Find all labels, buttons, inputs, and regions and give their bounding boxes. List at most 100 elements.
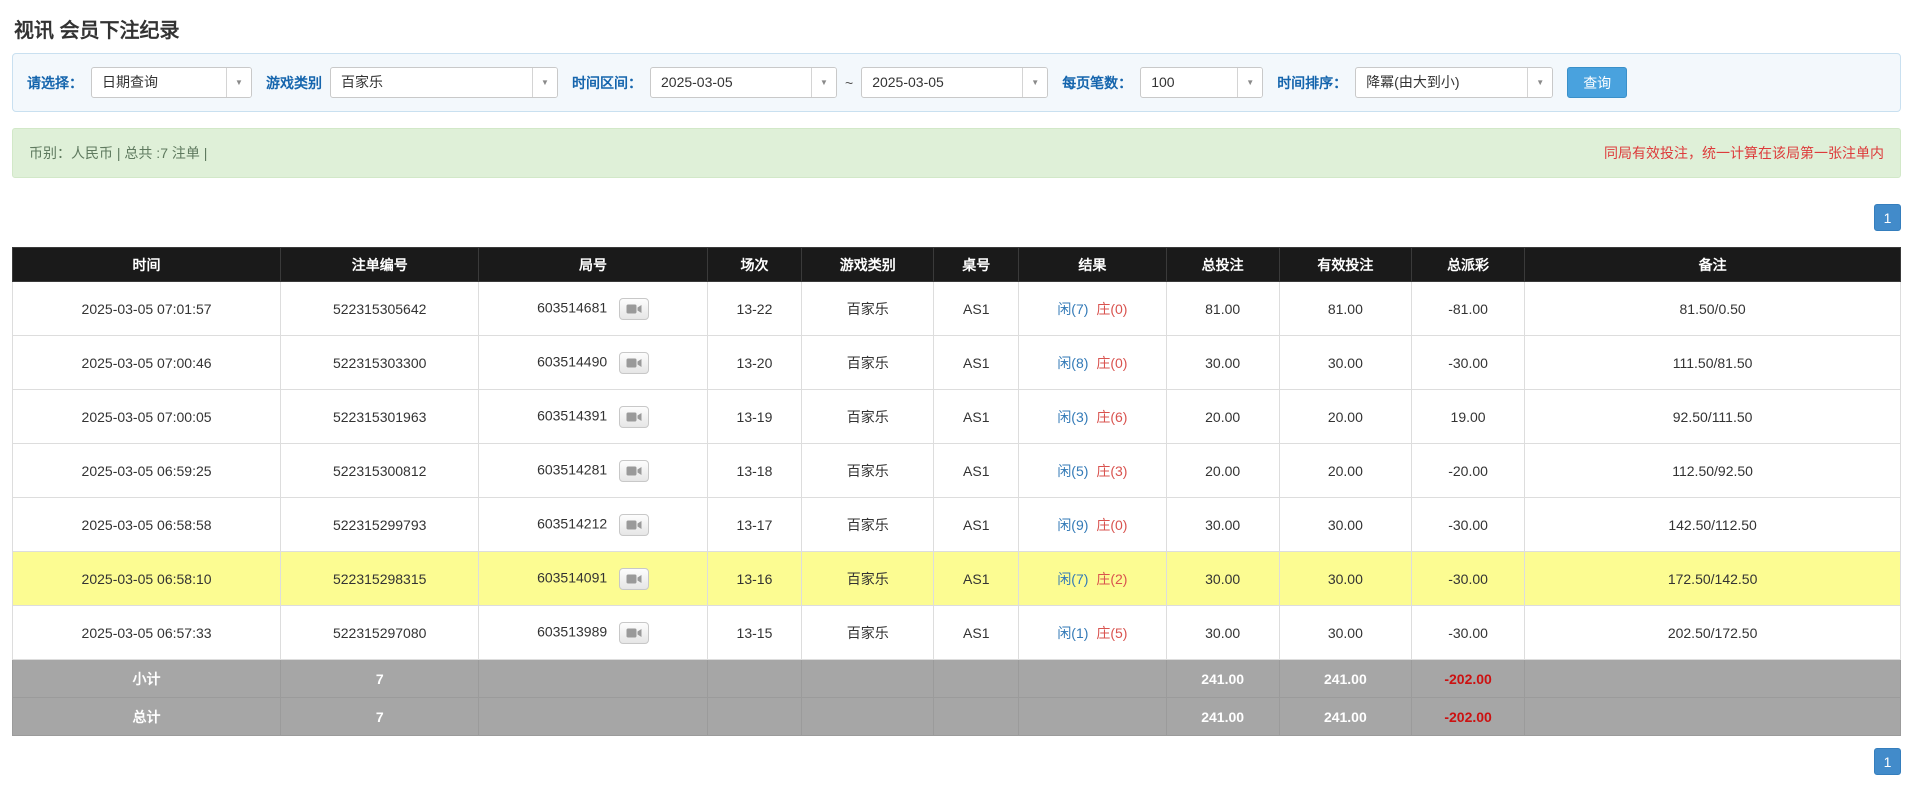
query-type-value: 日期查询 — [92, 68, 226, 97]
chevron-down-icon: ▼ — [1527, 68, 1552, 97]
result-player: 闲(7) — [1057, 301, 1088, 317]
page-size-select[interactable]: 100 ▼ — [1140, 67, 1263, 98]
video-replay-button[interactable] — [619, 460, 649, 482]
col-total-bet: 总投注 — [1166, 248, 1279, 282]
cell-remark: 92.50/111.50 — [1525, 390, 1901, 444]
pagination-bottom: 1 — [12, 748, 1901, 775]
cell-payout: -20.00 — [1411, 444, 1524, 498]
cell-game-type: 百家乐 — [802, 390, 934, 444]
video-replay-button[interactable] — [619, 568, 649, 590]
cell-payout: 19.00 — [1411, 390, 1524, 444]
time-sort-value: 降冪(由大到小) — [1356, 68, 1527, 97]
cell-remark: 142.50/112.50 — [1525, 498, 1901, 552]
search-button[interactable]: 查询 — [1567, 67, 1627, 98]
subtotal-label: 小计 — [13, 660, 281, 698]
table-header: 时间 注单编号 局号 场次 游戏类别 桌号 结果 总投注 有效投注 总派彩 备注 — [13, 248, 1901, 282]
video-replay-button[interactable] — [619, 298, 649, 320]
game-category-value: 百家乐 — [331, 68, 532, 97]
cell-time: 2025-03-05 06:58:58 — [13, 498, 281, 552]
round-number: 603514391 — [537, 407, 607, 423]
cell-total-bet[interactable]: 20.00 — [1166, 390, 1279, 444]
result-banker: 庄(2) — [1096, 571, 1127, 587]
table-row: 2025-03-05 07:00:46 522315303300 6035144… — [13, 336, 1901, 390]
cell-order-id: 522315303300 — [281, 336, 479, 390]
table-body: 2025-03-05 07:01:57 522315305642 6035146… — [13, 282, 1901, 660]
cell-table-number: AS1 — [934, 282, 1019, 336]
result-banker: 庄(0) — [1096, 301, 1127, 317]
query-type-select[interactable]: 日期查询 ▼ — [91, 67, 252, 98]
cell-round: 603514281 — [479, 444, 707, 498]
cell-table-number: AS1 — [934, 552, 1019, 606]
video-replay-button[interactable] — [619, 406, 649, 428]
summary-note-text: 同局有效投注，统一计算在该局第一张注单内 — [1604, 143, 1884, 163]
total-row: 总计 7 241.00 241.00 -202.00 — [13, 698, 1901, 736]
cell-payout: -30.00 — [1411, 606, 1524, 660]
cell-total-bet[interactable]: 30.00 — [1166, 606, 1279, 660]
chevron-down-icon: ▼ — [226, 68, 251, 97]
page-button-1[interactable]: 1 — [1874, 748, 1901, 775]
round-number: 603513989 — [537, 623, 607, 639]
col-order-id: 注单编号 — [281, 248, 479, 282]
subtotal-count: 7 — [281, 660, 479, 698]
cell-total-bet[interactable]: 30.00 — [1166, 552, 1279, 606]
cell-result: 闲(7) 庄(0) — [1019, 282, 1166, 336]
cell-valid-bet: 30.00 — [1279, 552, 1411, 606]
cell-session: 13-18 — [707, 444, 801, 498]
cell-time: 2025-03-05 06:57:33 — [13, 606, 281, 660]
result-player: 闲(9) — [1057, 517, 1088, 533]
table-row: 2025-03-05 07:01:57 522315305642 6035146… — [13, 282, 1901, 336]
cell-valid-bet: 30.00 — [1279, 336, 1411, 390]
date-to-input[interactable]: 2025-03-05 ▼ — [861, 67, 1048, 98]
time-sort-select[interactable]: 降冪(由大到小) ▼ — [1355, 67, 1553, 98]
cell-time: 2025-03-05 06:58:10 — [13, 552, 281, 606]
cell-result: 闲(8) 庄(0) — [1019, 336, 1166, 390]
result-banker: 庄(3) — [1096, 463, 1127, 479]
video-replay-button[interactable] — [619, 622, 649, 644]
page-button-1[interactable]: 1 — [1874, 204, 1901, 231]
filter-bar: 请选择： 日期查询 ▼ 游戏类别 百家乐 ▼ 时间区间： 2025-03-05 … — [12, 53, 1901, 112]
subtotal-row: 小计 7 241.00 241.00 -202.00 — [13, 660, 1901, 698]
cell-result: 闲(5) 庄(3) — [1019, 444, 1166, 498]
video-replay-button[interactable] — [619, 514, 649, 536]
page: 视讯 会员下注纪录 请选择： 日期查询 ▼ 游戏类别 百家乐 ▼ 时间区间： 2… — [0, 0, 1913, 775]
label-query-type: 请选择： — [27, 73, 83, 93]
round-number: 603514091 — [537, 569, 607, 585]
date-from-input[interactable]: 2025-03-05 ▼ — [650, 67, 837, 98]
label-page-size: 每页笔数： — [1062, 73, 1132, 93]
cell-payout: -81.00 — [1411, 282, 1524, 336]
game-category-select[interactable]: 百家乐 ▼ — [330, 67, 558, 98]
cell-game-type: 百家乐 — [802, 282, 934, 336]
cell-table-number: AS1 — [934, 444, 1019, 498]
result-player: 闲(7) — [1057, 571, 1088, 587]
table-row: 2025-03-05 06:58:58 522315299793 6035142… — [13, 498, 1901, 552]
total-label: 总计 — [13, 698, 281, 736]
cell-total-bet[interactable]: 30.00 — [1166, 498, 1279, 552]
cell-time: 2025-03-05 07:00:46 — [13, 336, 281, 390]
total-payout: -202.00 — [1411, 698, 1524, 736]
cell-total-bet[interactable]: 20.00 — [1166, 444, 1279, 498]
total-total-bet: 241.00 — [1166, 698, 1279, 736]
cell-round: 603514391 — [479, 390, 707, 444]
cell-order-id: 522315299793 — [281, 498, 479, 552]
result-player: 闲(5) — [1057, 463, 1088, 479]
chevron-down-icon: ▼ — [811, 68, 836, 97]
cell-round: 603514091 — [479, 552, 707, 606]
col-round: 局号 — [479, 248, 707, 282]
cell-total-bet[interactable]: 30.00 — [1166, 336, 1279, 390]
subtotal-total-bet: 241.00 — [1166, 660, 1279, 698]
table-row: 2025-03-05 06:58:10 522315298315 6035140… — [13, 552, 1901, 606]
cell-table-number: AS1 — [934, 390, 1019, 444]
video-replay-button[interactable] — [619, 352, 649, 374]
cell-session: 13-15 — [707, 606, 801, 660]
cell-remark: 112.50/92.50 — [1525, 444, 1901, 498]
result-player: 闲(8) — [1057, 355, 1088, 371]
col-remark: 备注 — [1525, 248, 1901, 282]
cell-total-bet[interactable]: 81.00 — [1166, 282, 1279, 336]
round-number: 603514681 — [537, 299, 607, 315]
cell-payout: -30.00 — [1411, 498, 1524, 552]
cell-payout: -30.00 — [1411, 336, 1524, 390]
cell-remark: 202.50/172.50 — [1525, 606, 1901, 660]
cell-valid-bet: 20.00 — [1279, 390, 1411, 444]
round-number: 603514281 — [537, 461, 607, 477]
cell-session: 13-19 — [707, 390, 801, 444]
